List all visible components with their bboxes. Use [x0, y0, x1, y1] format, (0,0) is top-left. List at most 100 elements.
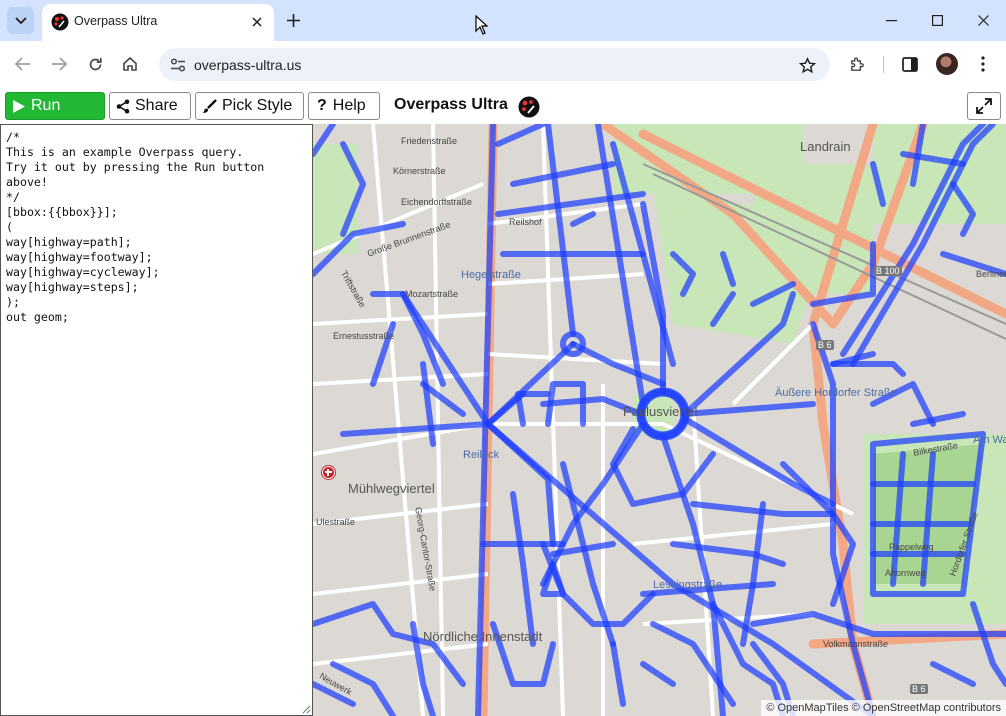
code-line: Try it out by pressing the Run button — [6, 160, 265, 174]
extensions-button[interactable] — [845, 52, 869, 76]
run-button[interactable]: Run — [5, 92, 105, 120]
new-tab-button[interactable] — [283, 10, 303, 30]
map-label-street: Körnerstraße — [393, 166, 446, 176]
map-label-street: Hegelstraße — [461, 269, 521, 281]
code-line: above! — [6, 175, 48, 189]
map-label-route: B 6 — [910, 684, 928, 694]
paintbrush-icon — [203, 98, 217, 113]
share-icon — [116, 99, 130, 113]
profile-avatar[interactable] — [936, 53, 958, 75]
query-editor[interactable]: /* This is an example Overpass query. Try … — [0, 124, 313, 716]
site-info-button[interactable] — [165, 52, 191, 78]
map-view[interactable]: Landrain Mühlwegviertel Paulusviertel Nö… — [313, 124, 1006, 716]
close-tab-button[interactable] — [247, 12, 267, 32]
map-label-district: Landrain — [800, 139, 851, 154]
map-label-street: Volkmannstraße — [823, 639, 889, 649]
map-label-street: Friedenstraße — [401, 136, 458, 146]
map-label-route: B 6 — [816, 340, 834, 350]
map-label-street: Ahornweg — [885, 568, 926, 578]
minimize-icon — [885, 19, 897, 21]
map-label-street: Lessingstraße — [653, 579, 723, 591]
query-code: /* This is an example Overpass query. Try … — [6, 130, 264, 325]
fullscreen-button[interactable] — [967, 92, 1001, 120]
code-line: ); — [6, 295, 20, 309]
share-button-label: Share — [135, 97, 178, 114]
map-label-street: Ulestraße — [316, 517, 356, 527]
map-attribution[interactable]: © OpenMapTiles © OpenStreetMap contribut… — [761, 700, 1006, 716]
map-label-street: Mozartstraße — [405, 289, 459, 299]
code-line: way[highway=steps]; — [6, 280, 139, 294]
puzzle-icon — [850, 56, 864, 71]
tab-title: Overpass Ultra — [74, 14, 158, 28]
address-bar[interactable]: overpass-ultra.us — [159, 48, 830, 81]
forward-button[interactable] — [47, 52, 71, 76]
code-line: way[highway=path]; — [6, 235, 132, 249]
code-line: way[highway=footway]; — [6, 250, 153, 264]
app-toolbar: Run Share Pick Style ? Help Overpass Ult… — [0, 88, 1006, 124]
star-icon — [798, 56, 816, 73]
reload-button[interactable] — [83, 52, 107, 76]
code-line: out geom; — [6, 310, 69, 324]
bookmark-button[interactable] — [795, 53, 819, 77]
code-line: ( — [6, 220, 13, 234]
map-label-district: Nördliche Innenstadt — [423, 629, 543, 644]
close-icon — [977, 15, 989, 26]
code-line: This is an example Overpass query. — [6, 145, 244, 159]
overpass-ultra-favicon — [51, 13, 69, 31]
help-button-label: Help — [332, 97, 366, 114]
maximize-icon — [931, 15, 943, 26]
code-line: */ — [6, 190, 20, 204]
hospital-poi-icon[interactable] — [322, 466, 335, 479]
question-icon: ? — [317, 97, 327, 114]
code-line: /* — [6, 130, 20, 144]
browser-tab-active[interactable]: Overpass Ultra — [42, 4, 274, 41]
browser-tab-strip: Overpass Ultra — [0, 0, 1006, 41]
map-label-street: Pappelweg — [889, 542, 934, 552]
map-label-route: B 100 — [874, 266, 902, 276]
map-label-street: Reilshof — [509, 217, 542, 227]
map-label-street: Eichendorffstraße — [401, 197, 472, 207]
browser-toolbar: overpass-ultra.us — [0, 41, 1006, 88]
browser-menu-button[interactable] — [971, 52, 995, 76]
tune-icon — [170, 58, 186, 72]
back-button[interactable] — [11, 52, 35, 76]
share-button[interactable]: Share — [109, 92, 191, 120]
mouse-cursor-icon — [475, 15, 488, 35]
map-label-district: Paulusviertel — [623, 404, 698, 419]
url-text: overpass-ultra.us — [194, 57, 302, 73]
pick-style-button-label: Pick Style — [222, 97, 293, 114]
reload-icon — [89, 57, 102, 70]
run-button-label: Run — [31, 97, 61, 114]
map-label-street: Ernestusstraße — [333, 331, 395, 341]
tab-search-button[interactable] — [7, 7, 34, 34]
play-icon — [13, 99, 25, 113]
app-title: Overpass Ultra — [394, 96, 508, 113]
arrow-right-icon — [52, 57, 67, 71]
help-button[interactable]: ? Help — [308, 92, 380, 120]
map-label-district: Mühlwegviertel — [348, 481, 435, 496]
resize-grip-icon[interactable] — [302, 705, 311, 714]
side-panel-icon — [902, 56, 918, 72]
side-panel-button[interactable] — [898, 52, 922, 76]
code-line: [bbox:{{bbox}}]; — [6, 205, 118, 219]
map-label-street: Am Wasserturm — [973, 434, 1006, 446]
chevron-down-icon — [14, 16, 27, 24]
home-button[interactable] — [118, 52, 142, 76]
arrow-left-icon — [15, 57, 30, 71]
expand-icon — [976, 98, 992, 114]
close-window-button[interactable] — [960, 0, 1006, 41]
code-line: way[highway=cycleway]; — [6, 265, 160, 279]
map-label-street: Äußere Hordorfer Straße — [775, 387, 897, 399]
plus-icon — [286, 13, 300, 27]
overpass-ultra-logo-icon — [518, 96, 540, 118]
map-label-street: Berliner — [976, 269, 1006, 279]
maximize-button[interactable] — [914, 0, 960, 41]
home-icon — [123, 56, 137, 71]
map-canvas[interactable] — [313, 124, 1006, 716]
toolbar-separator — [883, 56, 884, 73]
pick-style-button[interactable]: Pick Style — [195, 92, 304, 120]
map-label-street: Reileck — [463, 449, 500, 461]
minimize-button[interactable] — [868, 0, 914, 41]
more-vertical-icon — [981, 56, 985, 72]
close-icon — [252, 17, 262, 27]
